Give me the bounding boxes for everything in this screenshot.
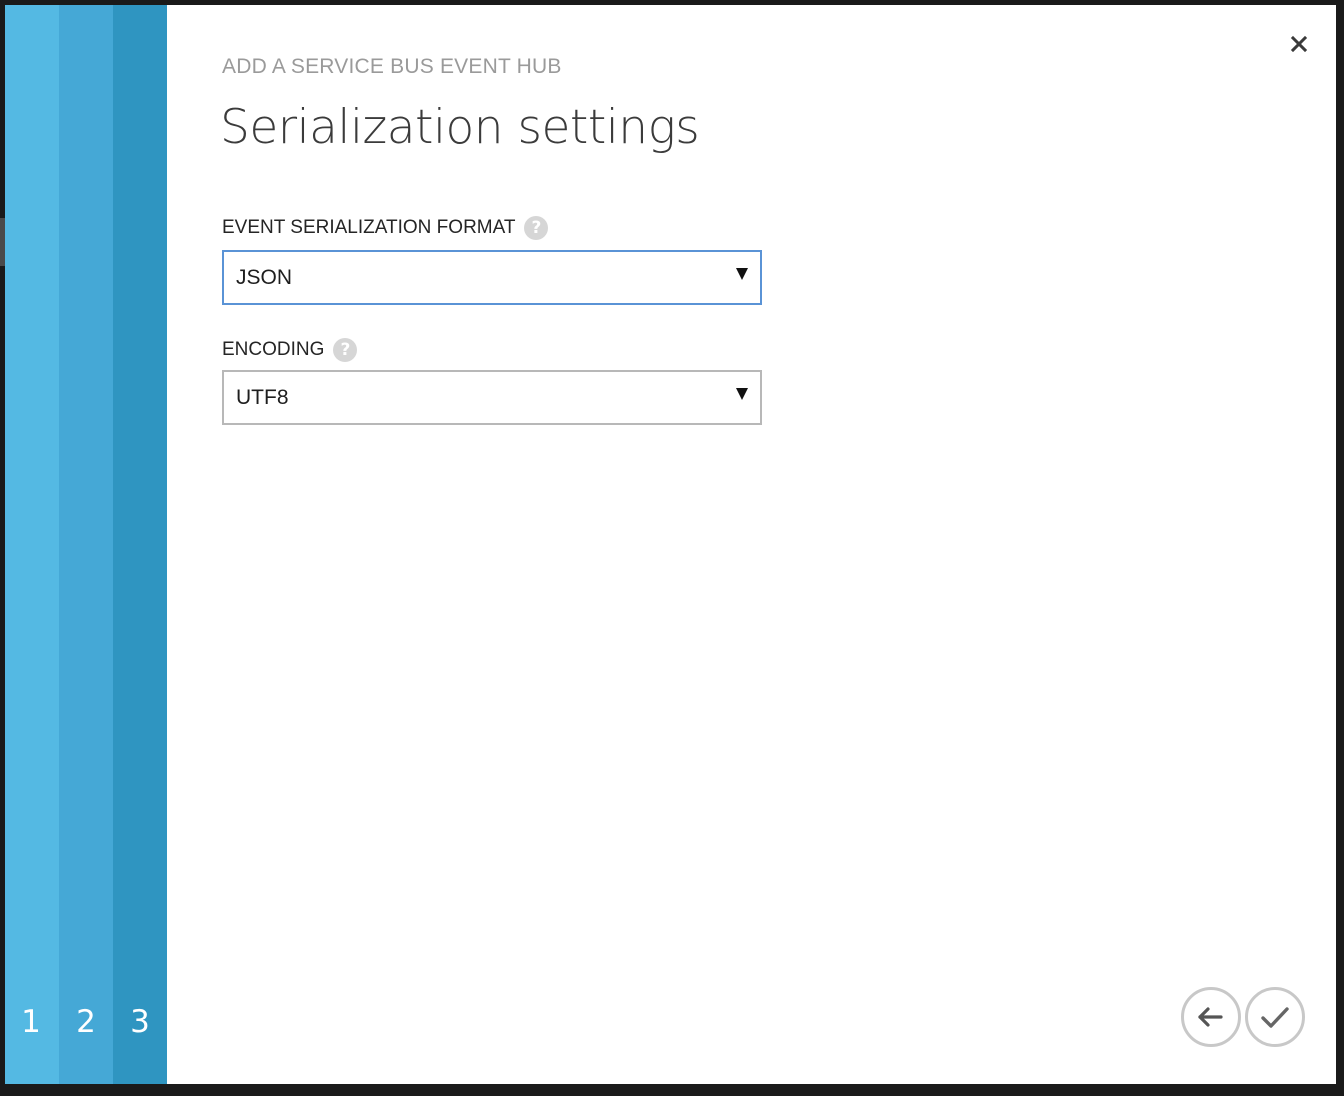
arrow-left-icon: [1198, 1007, 1223, 1027]
select-value: UTF8: [236, 386, 289, 409]
serialization-format-label: EVENT SERIALIZATION FORMAT ?: [222, 216, 549, 240]
field-label-text: EVENT SERIALIZATION FORMAT: [222, 217, 516, 238]
page-title: Serialization settings: [220, 100, 700, 155]
serialization-format-select[interactable]: JSON: [222, 250, 762, 305]
question-mark-icon[interactable]: ?: [333, 338, 358, 362]
encoding-select[interactable]: UTF8: [222, 370, 762, 425]
chevron-down-icon: [736, 388, 748, 400]
checkmark-icon: [1261, 1007, 1289, 1028]
back-button[interactable]: [1181, 987, 1241, 1047]
step-number: 1: [21, 1004, 41, 1040]
encoding-label: ENCODING ?: [222, 338, 358, 362]
question-mark-icon[interactable]: ?: [524, 216, 549, 240]
step-rail: 1 2 3: [5, 5, 167, 1084]
step-3[interactable]: 3: [113, 5, 167, 1084]
select-value: JSON: [236, 266, 293, 289]
wizard-subtitle: ADD A SERVICE BUS EVENT HUB: [222, 55, 562, 78]
field-label-text: ENCODING: [222, 339, 325, 360]
close-icon[interactable]: [1288, 33, 1310, 55]
step-number: 3: [130, 1004, 150, 1040]
wizard-dialog: 1 2 3 ADD A SERVICE BUS EVENT HUB Serial…: [5, 5, 1336, 1084]
step-number: 2: [76, 1004, 96, 1040]
chevron-down-icon: [736, 268, 748, 280]
step-1[interactable]: 1: [5, 5, 59, 1084]
step-2[interactable]: 2: [59, 5, 113, 1084]
finish-button[interactable]: [1245, 987, 1305, 1047]
